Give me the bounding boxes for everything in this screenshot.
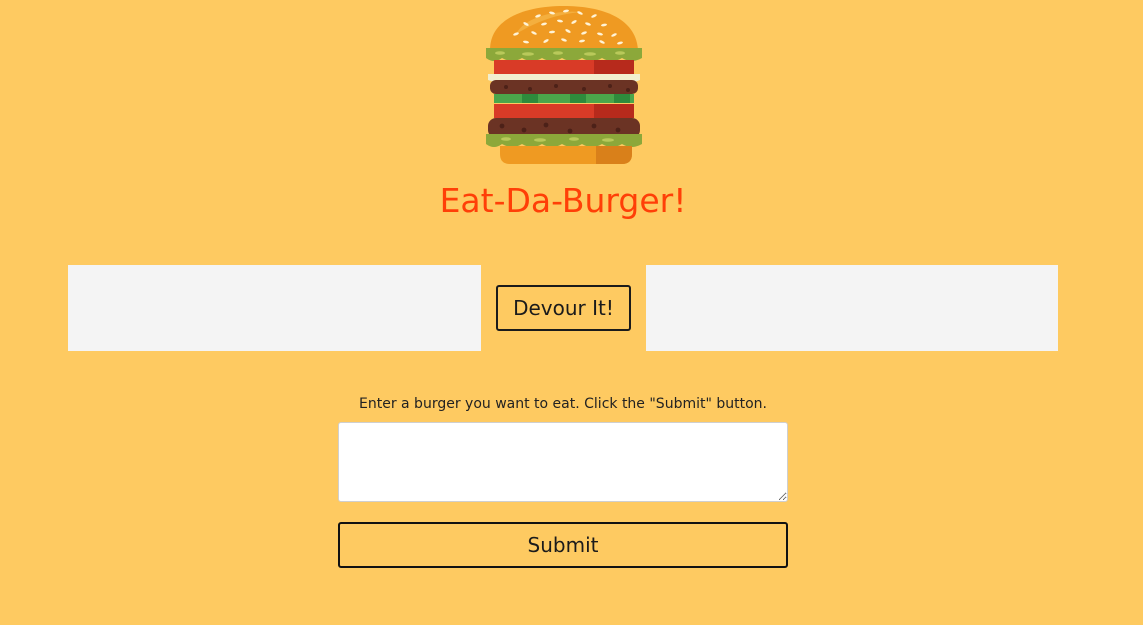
page-title: Eat-Da-Burger! <box>439 181 687 220</box>
devoured-list-panel <box>646 265 1058 351</box>
submit-button[interactable]: Submit <box>338 522 788 568</box>
instructions-text: Enter a burger you want to eat. Click th… <box>359 396 767 412</box>
burger-input[interactable] <box>338 422 788 502</box>
devour-button[interactable]: Devour It! <box>496 285 631 331</box>
page: Eat-Da-Burger! Devour It! Enter a burger… <box>0 0 1143 625</box>
burger-list-panel <box>68 265 481 351</box>
burger-icon <box>486 6 642 164</box>
